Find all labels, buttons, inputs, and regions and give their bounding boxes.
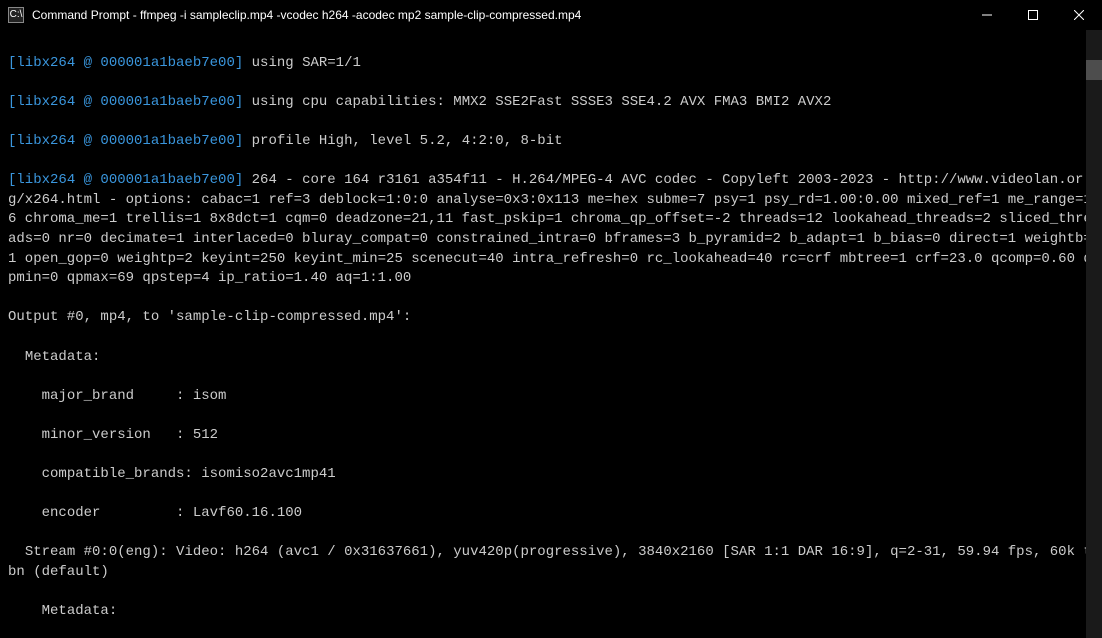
terminal-output[interactable]: [libx264 @ 000001a1baeb7e00] using SAR=1…: [0, 30, 1102, 638]
close-button[interactable]: [1056, 0, 1102, 30]
metadata-entry: major_brand : isom: [8, 387, 1094, 407]
metadata-entry: compatible_brands: isomiso2avc1mp41: [8, 465, 1094, 485]
window-titlebar: C:\ Command Prompt - ffmpeg -i samplecli…: [0, 0, 1102, 30]
maximize-button[interactable]: [1010, 0, 1056, 30]
metadata-entry: minor_version : 512: [8, 426, 1094, 446]
metadata-entry: encoder : Lavf60.16.100: [8, 504, 1094, 524]
metadata-label: Metadata:: [8, 348, 1094, 368]
window-title: Command Prompt - ffmpeg -i sampleclip.mp…: [32, 7, 964, 24]
cmd-icon: C:\: [8, 7, 24, 23]
output-header: Output #0, mp4, to 'sample-clip-compress…: [8, 308, 1094, 328]
scrollbar-thumb[interactable]: [1086, 60, 1102, 80]
log-line: [libx264 @ 000001a1baeb7e00] profile Hig…: [8, 132, 1094, 152]
metadata-label: Metadata:: [8, 602, 1094, 622]
minimize-button[interactable]: [964, 0, 1010, 30]
log-line: [libx264 @ 000001a1baeb7e00] 264 - core …: [8, 171, 1094, 289]
stream-line: Stream #0:0(eng): Video: h264 (avc1 / 0x…: [8, 543, 1094, 582]
log-line: [libx264 @ 000001a1baeb7e00] using SAR=1…: [8, 54, 1094, 74]
log-line: [libx264 @ 000001a1baeb7e00] using cpu c…: [8, 93, 1094, 113]
scrollbar-track[interactable]: [1086, 30, 1102, 638]
window-controls: [964, 0, 1102, 30]
